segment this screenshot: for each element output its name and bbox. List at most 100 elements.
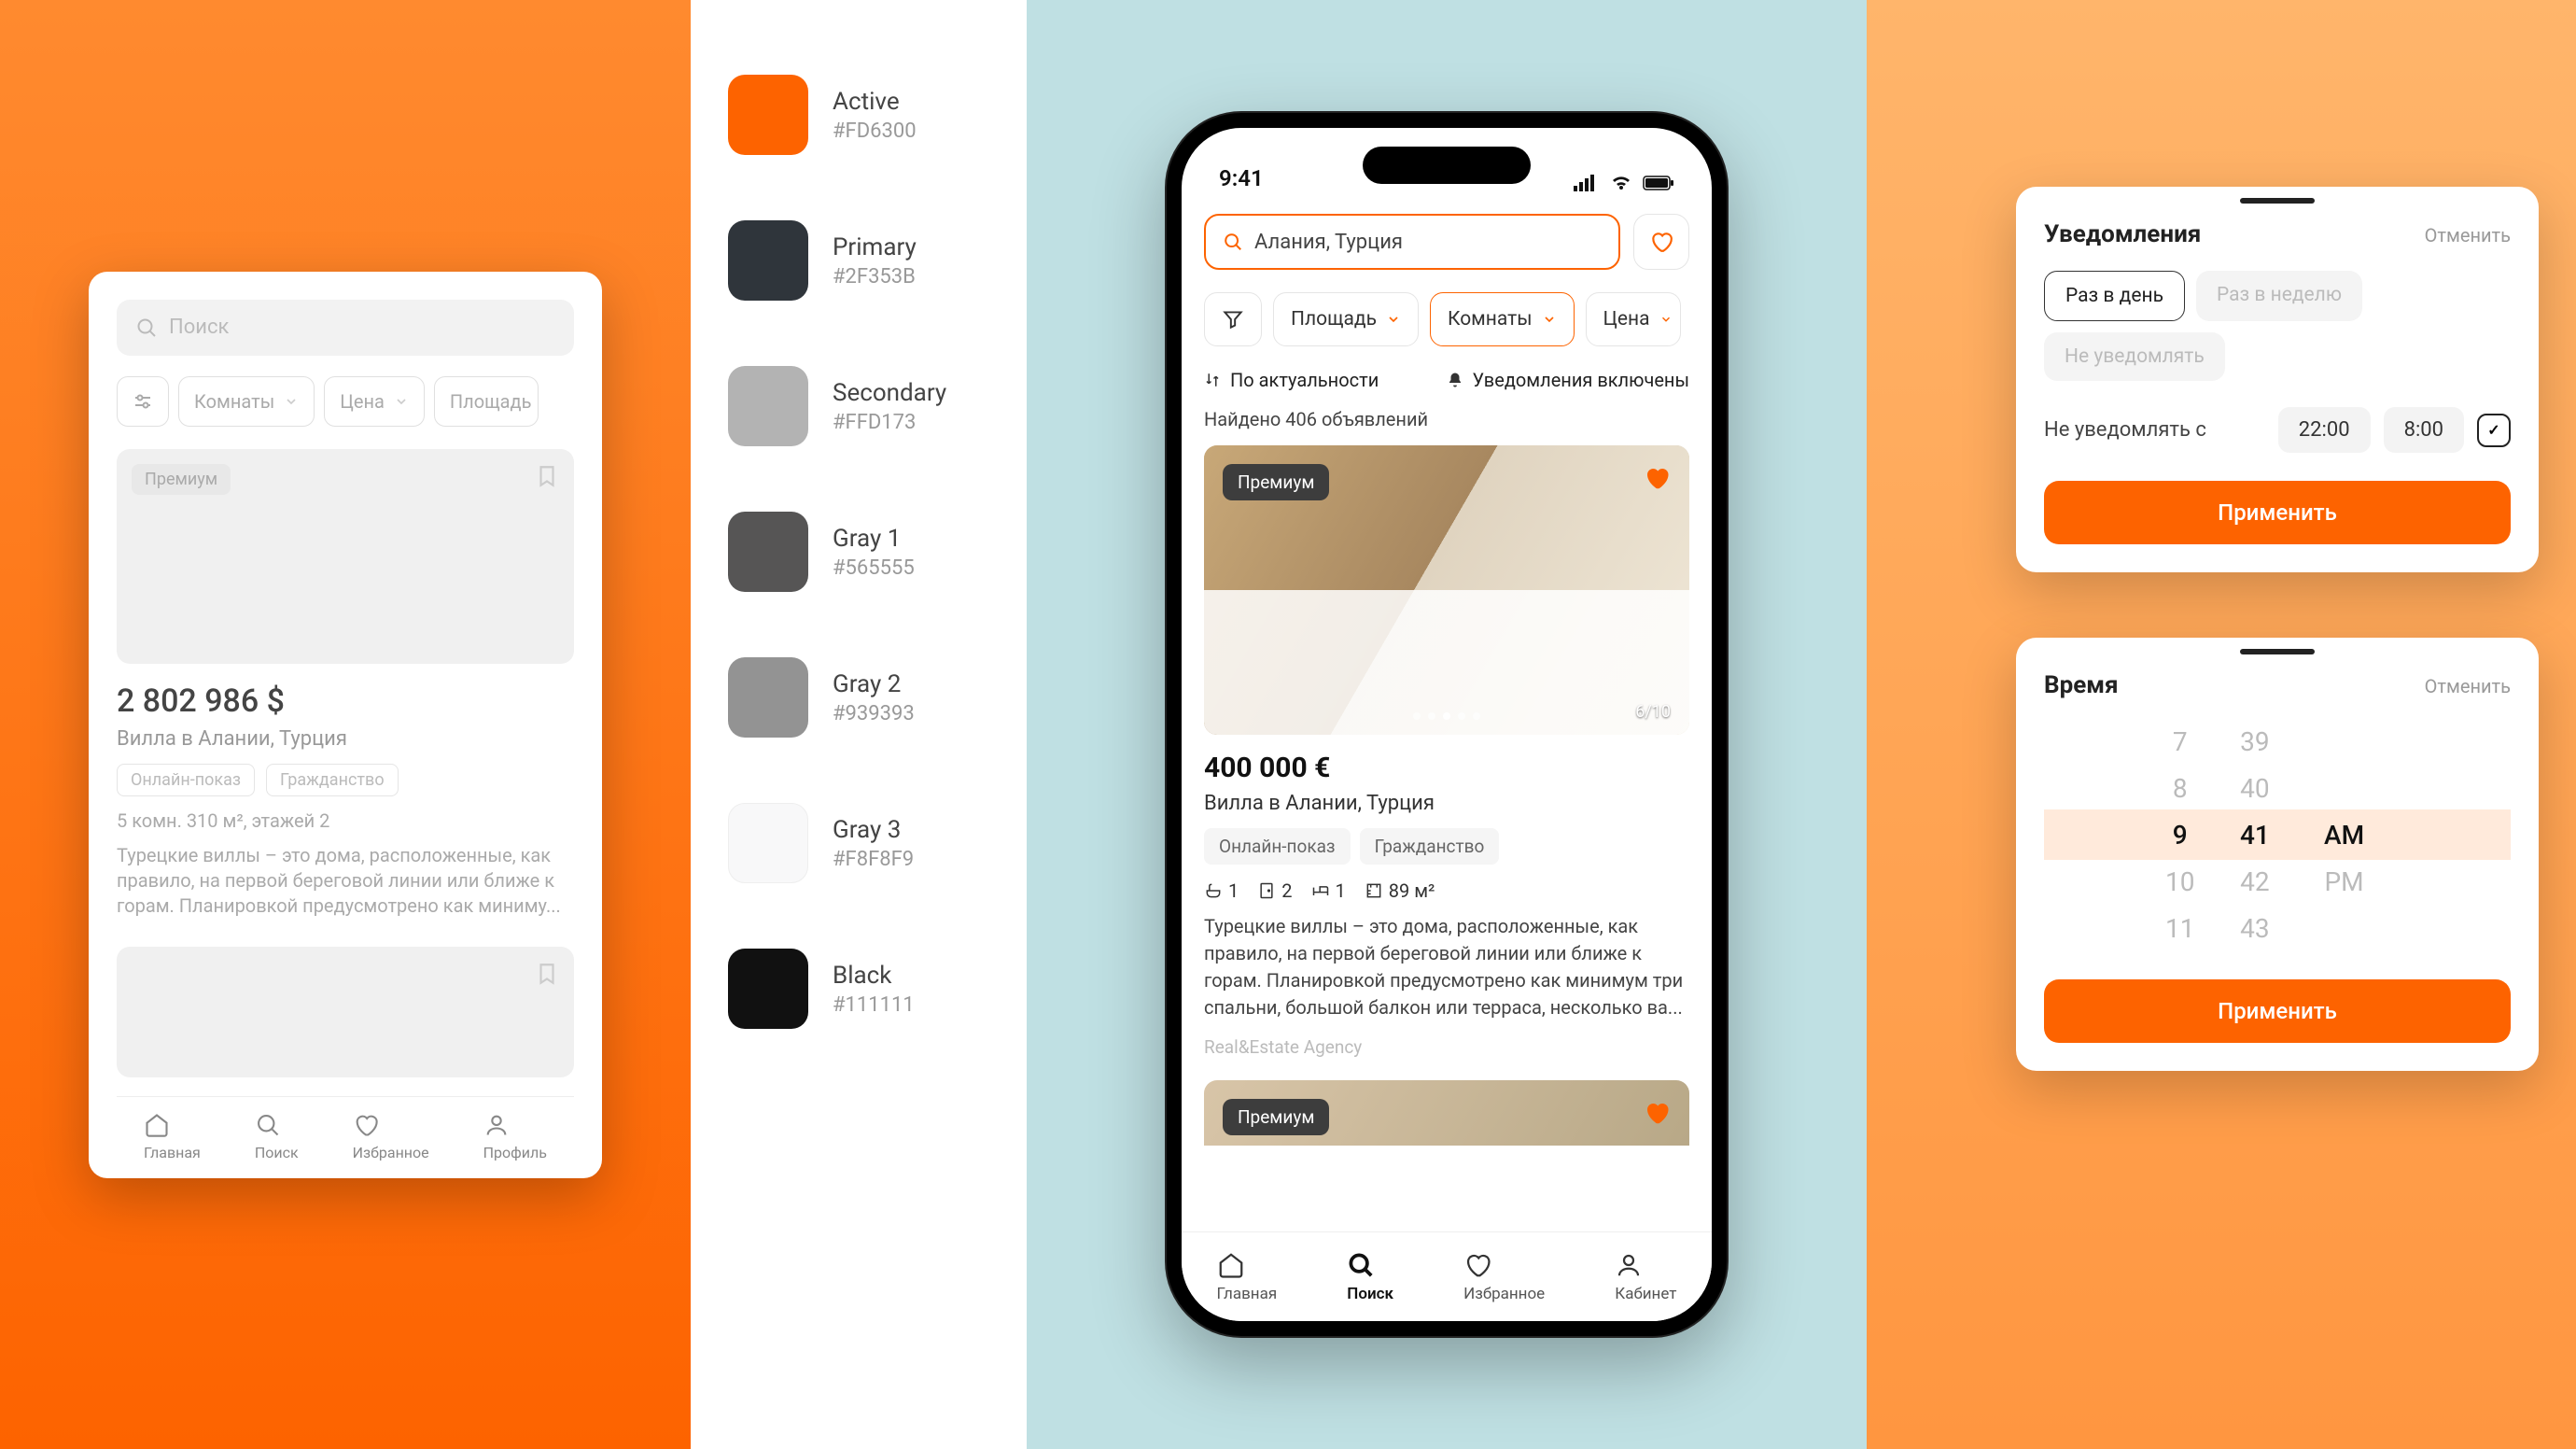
filter-rooms[interactable]: Комнаты	[178, 376, 315, 427]
color-hex: #2F353B	[833, 265, 917, 288]
filter-rooms[interactable]: Комнаты	[1430, 292, 1575, 346]
color-name: Active	[833, 88, 917, 116]
heart-icon	[1463, 1251, 1491, 1279]
listing-price: 2 802 986 $	[117, 682, 574, 720]
dnd-to-input[interactable]: 8:00	[2384, 407, 2464, 453]
listing-card-2[interactable]: Премиум	[1204, 1080, 1689, 1146]
heart-filled-icon	[1643, 1099, 1671, 1127]
filter-area[interactable]: Площадь	[1273, 292, 1419, 346]
home-icon	[1217, 1251, 1245, 1279]
results-count: Найдено 406 объявлений	[1182, 408, 1712, 430]
picker-ampm: PM	[2324, 858, 2363, 905]
picker-hour: 8	[2173, 765, 2188, 811]
bed-icon	[1311, 881, 1330, 900]
swatch-black: Black#111111	[728, 949, 989, 1029]
search-icon	[1347, 1251, 1375, 1279]
picker-minute-selected: 41	[2240, 811, 2270, 858]
nav-home[interactable]: Главная	[1217, 1251, 1278, 1303]
color-name: Secondary	[833, 379, 946, 407]
swatch	[728, 75, 808, 155]
notifications-toggle[interactable]: Уведомления включены	[1447, 369, 1689, 391]
swatch	[728, 803, 808, 883]
nav-cabinet[interactable]: Кабинет	[1615, 1251, 1676, 1303]
chevron-down-icon	[1386, 312, 1401, 327]
color-hex: #FFD173	[833, 411, 946, 434]
apply-button[interactable]: Применить	[2044, 979, 2511, 1043]
opt-daily[interactable]: Раз в день	[2044, 271, 2185, 321]
picker-hour: 7	[2173, 718, 2188, 765]
favorite-button[interactable]	[1643, 1099, 1671, 1127]
tag-online-show: Онлайн-показ	[117, 764, 255, 796]
swatch	[728, 949, 808, 1029]
swatch-gray2: Gray 2 #939393	[728, 657, 989, 738]
search-placeholder: Поиск	[169, 316, 229, 339]
picker-minute: 39	[2240, 718, 2269, 765]
dnd-checkbox[interactable]	[2477, 414, 2511, 447]
listing-image-placeholder: Премиум	[117, 449, 574, 664]
time-picker[interactable]: 7 8 9 10 11 39 40 41 42 43 AM PM	[2044, 718, 2511, 951]
listing-card[interactable]: Премиум 6/10 400 000 € Вилла в Алании, Т…	[1204, 445, 1689, 1058]
swatch-gray3: Gray 3#F8F8F9	[728, 803, 989, 883]
swatch-active: Active #FD6300	[728, 75, 989, 155]
search-icon	[255, 1112, 281, 1138]
search-input[interactable]: Поиск	[117, 300, 574, 356]
picker-minute: 42	[2240, 858, 2269, 905]
filter-label: Цена	[1603, 308, 1650, 331]
color-hex: #939393	[833, 702, 915, 725]
filter-price[interactable]: Цена	[324, 376, 425, 427]
grabber[interactable]	[2240, 649, 2315, 654]
nav-profile[interactable]: Профиль	[483, 1112, 547, 1161]
bookmark-icon[interactable]	[535, 464, 559, 488]
dnd-from-input[interactable]: 22:00	[2278, 407, 2371, 453]
grabber[interactable]	[2240, 198, 2315, 204]
nav-search[interactable]: Поиск	[1347, 1251, 1393, 1303]
dnd-label: Не уведомлять с	[2044, 418, 2265, 442]
color-palette: Active #FD6300 Primary #2F353B Secondary #F…	[691, 0, 1027, 1449]
favorite-button[interactable]	[1643, 464, 1671, 492]
listing-meta: 1 2 1 89 м²	[1204, 879, 1689, 902]
nav-home[interactable]: Главная	[144, 1112, 201, 1161]
filter-label: Площадь	[450, 390, 532, 413]
filter-settings-button[interactable]	[1204, 292, 1262, 346]
image-pagination	[1413, 712, 1480, 720]
picker-minute: 40	[2240, 765, 2269, 811]
color-hex: #FD6300	[833, 120, 917, 143]
filter-settings-button[interactable]	[117, 376, 169, 427]
user-icon	[483, 1112, 510, 1138]
opt-weekly[interactable]: Раз в неделю	[2196, 271, 2362, 321]
opt-never[interactable]: Не уведомлять	[2044, 332, 2225, 381]
color-name: Primary	[833, 233, 917, 261]
apply-button[interactable]: Применить	[2044, 481, 2511, 544]
sort-icon	[1204, 372, 1221, 388]
swatch	[728, 512, 808, 592]
nav-label: Кабинет	[1615, 1285, 1676, 1303]
image-counter: 6/10	[1635, 702, 1671, 722]
color-name: Gray 2	[833, 670, 915, 698]
cancel-button[interactable]: Отменить	[2425, 224, 2511, 246]
picker-hour: 10	[2165, 858, 2194, 905]
search-icon	[1223, 232, 1243, 252]
nav-label: Главная	[144, 1144, 201, 1161]
filter-price[interactable]: Цена	[1586, 292, 1681, 346]
filter-area[interactable]: Площадь	[434, 376, 539, 427]
tag-citizenship: Гражданство	[266, 764, 399, 796]
chevron-down-icon	[284, 394, 299, 409]
location-search-input[interactable]: Алания, Турция	[1204, 214, 1620, 270]
nav-favorites[interactable]: Избранное	[1463, 1251, 1545, 1303]
cancel-button[interactable]: Отменить	[2425, 675, 2511, 697]
favorites-button[interactable]	[1633, 214, 1689, 270]
swatch	[728, 657, 808, 738]
swatch-secondary: Secondary #FFD173	[728, 366, 989, 446]
listing-image: Премиум	[1204, 1080, 1689, 1146]
nav-search[interactable]: Поиск	[255, 1112, 299, 1161]
listing-description: Турецкие виллы – это дома, расположенные…	[1204, 913, 1689, 1021]
color-hex: #565555	[833, 556, 915, 580]
color-name: Gray 1	[833, 525, 915, 553]
listing-agency: Real&Estate Agency	[1204, 1036, 1689, 1058]
home-icon	[144, 1112, 170, 1138]
sort-button[interactable]: По актуальности	[1204, 369, 1379, 391]
bookmark-icon[interactable]	[535, 962, 559, 986]
nav-favorites[interactable]: Избранное	[353, 1112, 429, 1161]
listing-image[interactable]: Премиум 6/10	[1204, 445, 1689, 735]
search-value: Алания, Турция	[1254, 231, 1403, 254]
